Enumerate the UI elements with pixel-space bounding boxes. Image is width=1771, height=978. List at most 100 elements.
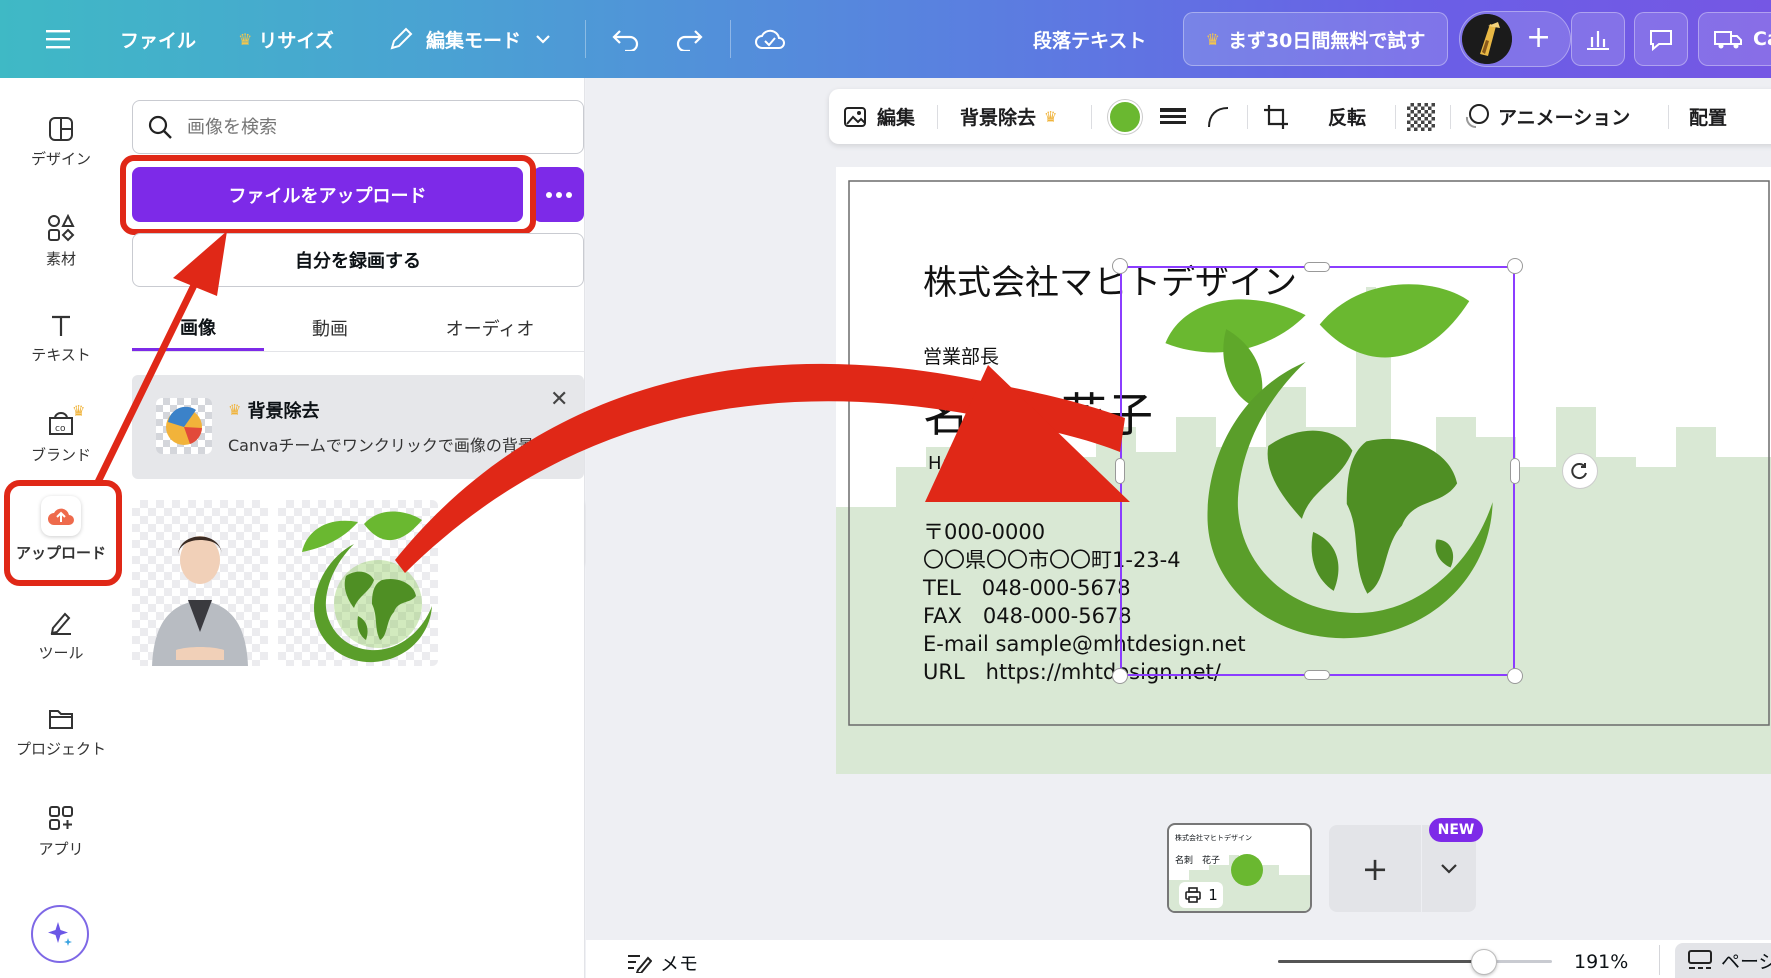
page-thumbnail[interactable]: 株式会社マヒトデザイン 名刺 花子 1 bbox=[1167, 823, 1312, 913]
chevron-down-icon bbox=[536, 35, 550, 44]
promo-card[interactable]: ♛ 背景除去 Canvaチームでワンクリックで画像の背景... ✕ bbox=[132, 375, 584, 479]
promo-thumbnail bbox=[156, 398, 212, 454]
notes-button[interactable]: メモ bbox=[626, 947, 698, 977]
svg-text:co: co bbox=[55, 424, 66, 434]
rotate-handle[interactable] bbox=[1562, 453, 1598, 489]
rail-item-brand[interactable]: co ブランド ♛ bbox=[0, 402, 122, 488]
separator bbox=[730, 20, 731, 58]
resize-handle[interactable] bbox=[1507, 258, 1523, 274]
rail-item-text[interactable]: テキスト bbox=[0, 304, 122, 390]
rotate-icon bbox=[1571, 463, 1587, 480]
edit-image-button[interactable]: 編集 bbox=[843, 89, 915, 144]
trial-label: まず30日間無料で試す bbox=[1227, 29, 1426, 52]
design-page[interactable]: 株式会社マヒトデザイン 営業部長 名刺 花子 Hanako Meishi 〒00… bbox=[836, 167, 1771, 774]
avatar[interactable] bbox=[1462, 14, 1512, 64]
trial-button[interactable]: ♛ まず30日間無料で試す bbox=[1183, 12, 1448, 66]
account-pill[interactable]: + bbox=[1459, 11, 1571, 67]
resize-handle[interactable] bbox=[1112, 258, 1128, 274]
zoom-level[interactable]: 191% bbox=[1574, 947, 1628, 977]
resize-handle[interactable] bbox=[1115, 458, 1125, 484]
resize-handle[interactable] bbox=[1112, 668, 1128, 684]
bg-remove-button[interactable]: 背景除去 ♛ bbox=[960, 89, 1057, 144]
resize-button[interactable]: ♛ リサイズ bbox=[238, 0, 334, 78]
crop-icon[interactable] bbox=[1262, 89, 1290, 144]
add-collaborator-icon[interactable]: + bbox=[1526, 20, 1551, 56]
top-bar: ファイル ♛ リサイズ 編集モード 段落テキスト ♛ まず30日間無料で試す +… bbox=[0, 0, 1771, 78]
record-yourself-button[interactable]: 自分を録画する bbox=[132, 233, 584, 287]
menu-icon[interactable] bbox=[46, 0, 70, 78]
border-style-icon[interactable] bbox=[1160, 89, 1186, 144]
card-postal[interactable]: 〒000-0000 bbox=[923, 518, 1045, 546]
rail-item-projects[interactable]: プロジェクト bbox=[0, 698, 122, 784]
left-rail: デザイン 素材 テキスト co ブランド ♛ アップロード ツール プロジェクト… bbox=[0, 78, 122, 978]
card-tel[interactable]: TEL 048-000-5678 bbox=[923, 574, 1131, 602]
bg-remove-label: 背景除去 bbox=[960, 107, 1037, 129]
flip-button[interactable]: 反転 bbox=[1328, 89, 1366, 144]
uploaded-image-person[interactable] bbox=[132, 500, 268, 666]
selection-box[interactable] bbox=[1120, 266, 1515, 676]
animation-button[interactable]: アニメーション bbox=[1462, 89, 1630, 144]
rail-item-upload[interactable]: アップロード bbox=[0, 492, 122, 578]
notes-label: メモ bbox=[660, 952, 699, 975]
crown-icon: ♛ bbox=[238, 29, 253, 49]
add-page-button[interactable]: + bbox=[1329, 825, 1421, 912]
tab-images[interactable]: 画像 bbox=[132, 305, 264, 351]
annotation-highlight-upload-button bbox=[120, 155, 536, 235]
resize-handle[interactable] bbox=[1510, 458, 1520, 484]
canva-label-truncated: Ca bbox=[1753, 28, 1771, 50]
page-number-badge: 1 bbox=[1179, 882, 1223, 908]
redo-icon[interactable] bbox=[674, 0, 704, 78]
pages-grid-icon bbox=[1688, 949, 1712, 969]
rail-item-elements[interactable]: 素材 bbox=[0, 206, 122, 292]
separator bbox=[1659, 945, 1660, 975]
search-input[interactable] bbox=[185, 115, 565, 139]
resize-handle[interactable] bbox=[1507, 668, 1523, 684]
close-icon[interactable]: ✕ bbox=[550, 387, 568, 412]
pencil-icon bbox=[390, 27, 413, 50]
card-name[interactable]: 名刺 花子 bbox=[923, 379, 1153, 445]
edit-mode-label: 編集モード bbox=[426, 29, 522, 52]
undo-icon[interactable] bbox=[611, 0, 641, 78]
upload-icon bbox=[41, 496, 81, 536]
notes-icon bbox=[628, 955, 652, 973]
edit-label: 編集 bbox=[877, 107, 916, 129]
search-field[interactable] bbox=[132, 100, 584, 154]
more-icon bbox=[545, 191, 572, 198]
thumbnail-name: 名刺 花子 bbox=[1175, 856, 1221, 866]
rail-label-upload: アップロード bbox=[15, 544, 106, 562]
zoom-slider-thumb[interactable] bbox=[1470, 949, 1497, 975]
printer-icon bbox=[1185, 887, 1202, 903]
separator bbox=[1091, 105, 1092, 129]
card-romaji[interactable]: Hanako Meishi bbox=[928, 453, 1072, 474]
resize-handle[interactable] bbox=[1304, 262, 1330, 272]
position-button[interactable]: 配置 bbox=[1689, 89, 1727, 144]
edit-mode-dropdown[interactable]: 編集モード bbox=[388, 0, 551, 78]
resize-handle[interactable] bbox=[1304, 670, 1330, 680]
folder-icon bbox=[49, 710, 73, 729]
image-toolbar: 編集 背景除去 ♛ 反転 アニメーション 配置 bbox=[829, 89, 1771, 144]
rail-item-design[interactable]: デザイン bbox=[0, 108, 122, 194]
pages-view-button[interactable]: ページ bbox=[1675, 943, 1771, 978]
rail-label-projects: プロジェクト bbox=[15, 740, 106, 758]
insights-icon[interactable] bbox=[1571, 12, 1625, 66]
transparency-icon[interactable] bbox=[1407, 103, 1435, 131]
cloud-saved-icon[interactable] bbox=[754, 0, 786, 78]
more-options-button[interactable] bbox=[533, 167, 584, 222]
print-delivery-button[interactable]: Ca bbox=[1698, 12, 1771, 66]
tab-audio[interactable]: オーディオ bbox=[410, 305, 570, 351]
card-job-title[interactable]: 営業部長 bbox=[923, 342, 999, 369]
crown-icon: ♛ bbox=[1205, 29, 1220, 49]
tab-videos[interactable]: 動画 bbox=[265, 305, 395, 351]
tools-icon bbox=[50, 612, 71, 635]
rail-item-tools[interactable]: ツール bbox=[0, 600, 122, 686]
rail-item-apps[interactable]: アプリ bbox=[0, 796, 122, 882]
card-fax[interactable]: FAX 048-000-5678 bbox=[923, 602, 1132, 630]
comment-icon[interactable] bbox=[1634, 12, 1688, 66]
magic-assistant-button[interactable] bbox=[31, 905, 89, 963]
file-menu[interactable]: ファイル bbox=[120, 0, 196, 78]
paragraph-text-label[interactable]: 段落テキスト bbox=[1033, 0, 1146, 78]
corner-rounding-icon[interactable] bbox=[1206, 89, 1232, 144]
uploaded-image-earth-leaf[interactable] bbox=[278, 500, 438, 666]
color-swatch[interactable] bbox=[1108, 100, 1142, 134]
page-number: 1 bbox=[1208, 886, 1218, 904]
